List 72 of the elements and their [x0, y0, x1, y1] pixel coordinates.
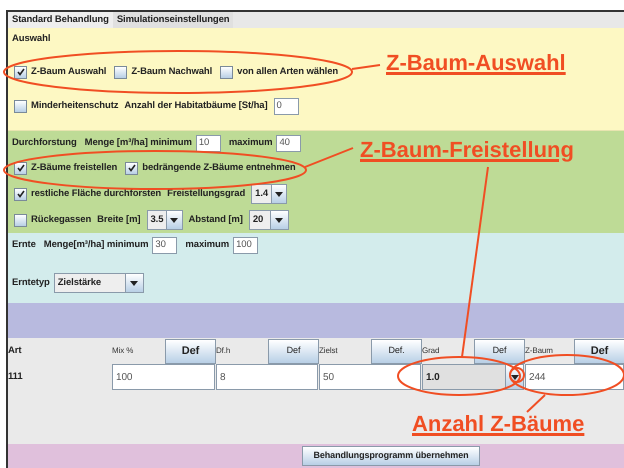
- section-title: Ernte: [12, 238, 36, 252]
- leader-line: [304, 147, 354, 168]
- tab[interactable]: Simulationseinstellungen: [112, 12, 234, 28]
- default-button[interactable]: Def: [474, 338, 525, 364]
- column-header: Zielst: [319, 345, 339, 357]
- checkbox[interactable]: [220, 66, 234, 78]
- checkbox[interactable]: [125, 162, 138, 174]
- check-icon: [16, 190, 24, 198]
- check-icon: [128, 164, 136, 172]
- checkbox-label: Z-Baum Auswahl: [31, 64, 106, 79]
- number-field[interactable]: 0: [274, 98, 299, 114]
- checkbox-label: von allen Arten wählen: [237, 64, 338, 79]
- label: maximum: [185, 238, 230, 252]
- default-button[interactable]: Def: [574, 338, 624, 364]
- label: Abstand [m]: [188, 212, 243, 227]
- checkbox[interactable]: [114, 66, 128, 78]
- checkbox[interactable]: [14, 214, 27, 226]
- annotation-label: Z-Baum-Freistellung: [360, 137, 574, 163]
- checkbox-label: Rückegassen: [31, 212, 92, 227]
- checkbox-label: Z-Bäume freistellen: [31, 160, 118, 175]
- checkbox[interactable]: [14, 100, 27, 112]
- annotation-label: Anzahl Z-Bäume: [412, 411, 584, 437]
- label: Breite [m]: [97, 212, 140, 227]
- caret-icon: [170, 218, 178, 222]
- checkbox[interactable]: [14, 162, 27, 174]
- column-header: Df.h: [216, 345, 232, 357]
- caret-icon: [130, 280, 138, 286]
- section-title: Durchforstung: [12, 136, 77, 150]
- dropdown-arrow-button[interactable]: [166, 211, 182, 229]
- column-header: Art: [8, 344, 22, 358]
- dropdown-arrow-button[interactable]: [270, 211, 288, 229]
- number-field[interactable]: 30: [152, 236, 178, 254]
- column-header: Grad: [422, 345, 440, 357]
- checkbox-label: restliche Fläche durchforsten: [31, 186, 162, 201]
- highlight-circle: [509, 367, 525, 383]
- label: Menge[m³/ha] minimum: [44, 238, 148, 252]
- check-icon: [16, 68, 24, 76]
- default-button[interactable]: Def.: [371, 338, 422, 364]
- label: Freistellungsgrad: [167, 186, 246, 201]
- input-field[interactable]: 244: [525, 364, 624, 390]
- default-button[interactable]: Def: [268, 338, 319, 364]
- leader-line: [526, 394, 546, 413]
- check-icon: [16, 164, 24, 172]
- input-field[interactable]: 100: [112, 364, 215, 390]
- checkbox[interactable]: [14, 66, 27, 78]
- caret-icon: [275, 192, 284, 196]
- label: Erntetyp: [12, 276, 50, 290]
- label: Menge [m³/ha] minimum: [84, 136, 192, 150]
- table-cell-text: 111: [8, 370, 24, 384]
- column-header: Mix %: [112, 345, 134, 357]
- label: Anzahl der Habitatbäume [St/ha]: [124, 98, 268, 113]
- section-title: Auswahl: [12, 32, 50, 46]
- number-field[interactable]: 10: [196, 134, 221, 152]
- dropdown-arrow-button[interactable]: [271, 185, 286, 203]
- checkbox-label: bedrängende Z-Bäume entnehmen: [142, 160, 296, 175]
- default-button[interactable]: Def: [165, 338, 216, 364]
- tab[interactable]: Standard Behandlung: [8, 12, 113, 28]
- label: maximum: [228, 136, 272, 150]
- caret-icon: [510, 374, 518, 380]
- input-field[interactable]: 8: [216, 364, 318, 390]
- checkbox[interactable]: [14, 188, 27, 200]
- number-field[interactable]: 40: [276, 134, 302, 152]
- number-field[interactable]: 100: [233, 236, 258, 254]
- caret-icon: [275, 218, 284, 222]
- checkbox-label: Z-Baum Nachwahl: [131, 64, 212, 79]
- leader-line: [352, 64, 380, 70]
- dropdown-arrow-button[interactable]: [124, 274, 143, 292]
- apply-button[interactable]: Behandlungsprogramm übernehmen: [302, 446, 480, 466]
- annotation-label: Z-Baum-Auswahl: [386, 50, 566, 76]
- checkbox-label: Minderheitenschutz: [31, 98, 118, 113]
- column-header: Z-Baum: [525, 345, 554, 357]
- input-field[interactable]: 50: [319, 364, 421, 390]
